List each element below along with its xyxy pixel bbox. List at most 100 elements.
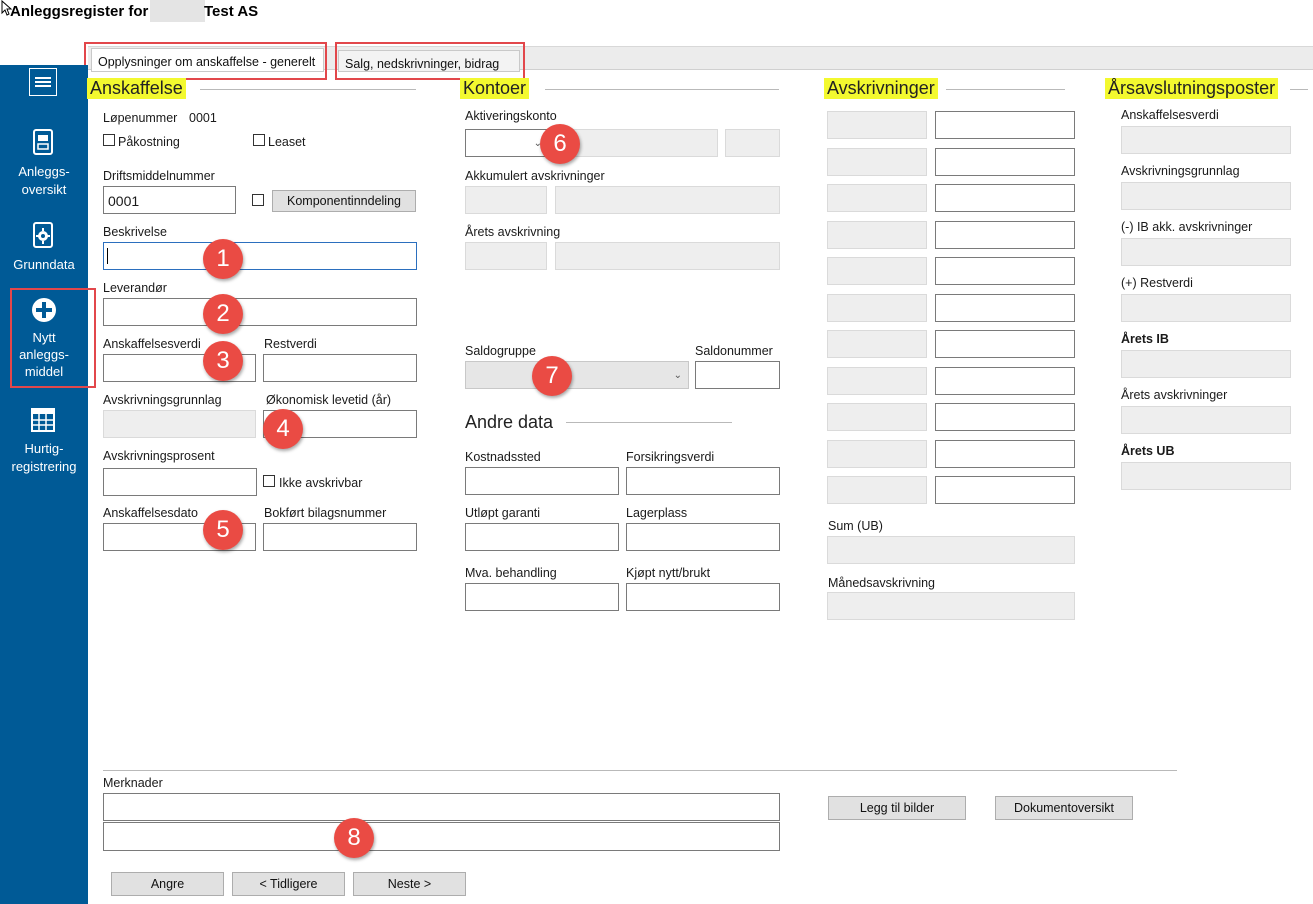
avskrivningsgrunnlag-input [103, 410, 256, 438]
merknader-input-1[interactable] [103, 793, 780, 821]
avskrivning-amount-input[interactable] [935, 403, 1075, 431]
annotation-badge-1: 1 [203, 239, 243, 279]
sidebar-item-label: oversikt [21, 182, 67, 197]
leverandor-label: Leverandør [103, 281, 167, 295]
document-icon [33, 129, 53, 155]
lopenummer-value: 0001 [189, 111, 217, 125]
saldonummer-label: Saldonummer [695, 344, 773, 358]
beskrivelse-input[interactable] [103, 242, 417, 270]
bilagsnummer-input[interactable] [263, 523, 417, 551]
sum-ub-label: Sum (UB) [828, 519, 883, 533]
kontoer-rule [545, 89, 779, 90]
sidebar-item-label: Anleggs- [18, 164, 70, 179]
arsavslutning-label: Årets IB [1121, 332, 1169, 346]
kjopt-label: Kjøpt nytt/brukt [626, 566, 711, 580]
avskrivning-amount-input[interactable] [935, 330, 1075, 358]
arets-avskrivning-number [465, 242, 547, 270]
mva-input[interactable] [465, 583, 619, 611]
avskrivning-amount-input[interactable] [935, 184, 1075, 212]
forsikringsverdi-input[interactable] [626, 467, 780, 495]
anskaffelse-heading: Anskaffelse [87, 78, 186, 99]
avskrivning-amount-input[interactable] [935, 293, 1075, 322]
pakostning-label: Påkostning [118, 135, 180, 149]
restverdi-label: Restverdi [264, 337, 317, 351]
leverandor-input[interactable] [103, 298, 417, 326]
annotation-badge-4: 4 [263, 409, 303, 449]
annotation-badge-5: 5 [203, 510, 243, 550]
angre-button[interactable]: Angre [111, 872, 224, 896]
avskrivningsgrunnlag-label: Avskrivningsgrunnlag [103, 393, 222, 407]
arsavslutning-field [1121, 406, 1291, 434]
sidebar-item-label: registrering [11, 459, 77, 474]
komponentinndeling-button[interactable]: Komponentinndeling [272, 190, 416, 212]
avskrivning-amount-input[interactable] [935, 476, 1075, 504]
saldogruppe-select[interactable]: ⌄ [465, 361, 689, 389]
kostnadssted-label: Kostnadssted [465, 450, 541, 464]
neste-button[interactable]: Neste > [353, 872, 466, 896]
avskrivning-period-field [827, 403, 927, 431]
restverdi-input[interactable] [263, 354, 417, 382]
lagerplass-label: Lagerplass [626, 506, 688, 520]
avskrivning-amount-input[interactable] [935, 111, 1075, 139]
sidebar-item-nytt-anleggsmiddel[interactable]: Nytt anleggs- middel [10, 288, 96, 388]
andre-data-rule [566, 422, 732, 423]
dokumentoversikt-button[interactable]: Dokumentoversikt [995, 796, 1133, 820]
merknader-label: Merknader [103, 776, 163, 790]
annotation-badge-7: 7 [532, 356, 572, 396]
akkumulert-number [465, 186, 547, 214]
plus-circle-icon [31, 297, 57, 323]
merknader-input-2[interactable] [103, 822, 780, 851]
avskrivningsprosent-input[interactable] [103, 468, 257, 496]
window-title-suffix: Test AS [204, 3, 259, 20]
avskrivning-period-field [827, 330, 927, 358]
arsavslutning-field [1121, 462, 1291, 490]
company-name-redacted [150, 0, 205, 22]
sidebar-item-anleggsoversikt[interactable]: Anleggs- oversikt [0, 126, 88, 204]
annotation-badge-2: 2 [203, 294, 243, 334]
lopenummer-label: Løpenummer [103, 111, 178, 125]
sidebar-item-label: anleggs- [19, 347, 69, 362]
saldonummer-input[interactable] [695, 361, 780, 389]
sidebar-item-hurtigregistrering[interactable]: Hurtig- registrering [0, 408, 88, 478]
arsavslutning-label: Årets avskrivninger [1121, 388, 1228, 402]
leaset-checkbox[interactable] [253, 134, 265, 146]
arsavslutning-label: Avskrivningsgrunnlag [1121, 164, 1240, 178]
arsavslutning-rule [1290, 89, 1308, 90]
driftsmiddelnummer-input[interactable]: 0001 [103, 186, 236, 214]
avskrivning-period-field [827, 293, 927, 322]
pakostning-checkbox[interactable] [103, 134, 115, 146]
avskrivning-period-field [827, 257, 927, 285]
aktiveringskonto-select[interactable]: ⌄ [465, 129, 549, 157]
tidligere-button[interactable]: < Tidligere [232, 872, 345, 896]
legg-til-bilder-button[interactable]: Legg til bilder [828, 796, 966, 820]
avskrivning-amount-input[interactable] [935, 439, 1075, 468]
andre-data-heading: Andre data [465, 412, 554, 432]
ikke-avskrivbar-checkbox[interactable] [263, 475, 275, 487]
avskrivning-amount-input[interactable] [935, 147, 1075, 176]
manedsavskrivning-label: Månedsavskrivning [828, 576, 935, 590]
lagerplass-input[interactable] [626, 523, 780, 551]
beskrivelse-label: Beskrivelse [103, 225, 167, 239]
avskrivning-amount-input[interactable] [935, 257, 1075, 285]
avskrivning-period-field [827, 220, 927, 249]
kostnadssted-input[interactable] [465, 467, 619, 495]
avskrivning-amount-input[interactable] [935, 366, 1075, 395]
forsikringsverdi-label: Forsikringsverdi [626, 450, 715, 464]
utlopt-garanti-input[interactable] [465, 523, 619, 551]
sidebar-item-label: middel [24, 364, 64, 379]
sidebar-item-grunndata[interactable]: Grunndata [0, 220, 88, 274]
arsavslutning-field [1121, 350, 1291, 378]
anskaffelse-rule [200, 89, 416, 90]
sum-ub-input [827, 536, 1075, 564]
avskrivning-period-field [827, 147, 927, 176]
avskrivning-amount-input[interactable] [935, 220, 1075, 249]
anskaffelsesverdi-label: Anskaffelsesverdi [103, 337, 201, 351]
kjopt-input[interactable] [626, 583, 780, 611]
avskrivningsprosent-label: Avskrivningsprosent [103, 449, 215, 463]
avskrivninger-rule [946, 89, 1065, 90]
utlopt-garanti-label: Utløpt garanti [465, 506, 541, 520]
gear-document-icon [33, 222, 53, 248]
komponent-checkbox[interactable] [252, 194, 264, 206]
bilagsnummer-label: Bokført bilagsnummer [264, 506, 387, 520]
hamburger-icon[interactable] [29, 68, 57, 96]
